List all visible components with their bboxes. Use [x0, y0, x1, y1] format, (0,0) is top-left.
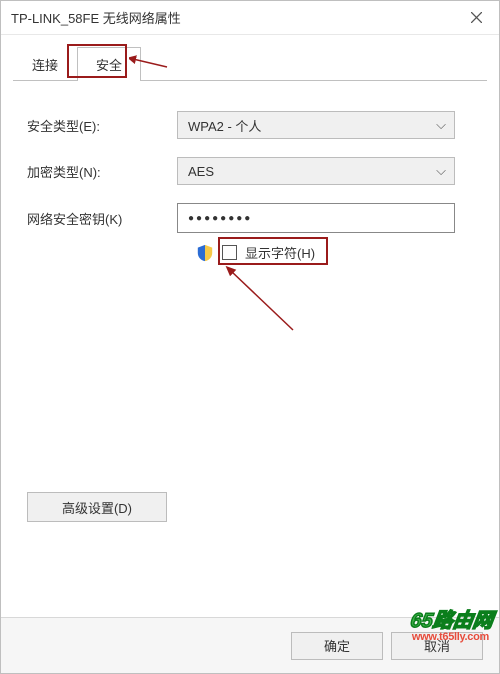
ok-button[interactable]: 确定: [291, 632, 383, 660]
tab-strip: 连接 安全: [1, 35, 499, 81]
network-key-label: 网络安全密钥(K): [27, 209, 177, 228]
show-characters-label: 显示字符(H): [245, 243, 315, 262]
tab-security-label: 安全: [96, 58, 122, 73]
tab-connect-label: 连接: [32, 58, 58, 73]
tab-panel-security: 安全类型(E): WPA2 - 个人 ⌵ 加密类型(N): AES ⌵ 网络安全…: [1, 81, 499, 272]
advanced-settings-button[interactable]: 高级设置(D): [27, 492, 167, 522]
encryption-type-label: 加密类型(N):: [27, 162, 177, 181]
watermark-url: www.t65lly.com: [412, 631, 489, 643]
show-characters-row: 显示字符(H): [196, 243, 473, 262]
watermark-text: 65路由网: [409, 604, 495, 633]
encryption-type-value: AES: [188, 164, 214, 179]
ok-label: 确定: [324, 636, 350, 655]
security-type-value: WPA2 - 个人: [188, 116, 261, 135]
network-key-input[interactable]: ●●●●●●●●: [177, 203, 455, 233]
chevron-down-icon: ⌵: [436, 117, 446, 133]
tab-security[interactable]: 安全: [77, 47, 141, 81]
security-type-label: 安全类型(E):: [27, 116, 177, 135]
shield-icon: [196, 244, 214, 262]
tab-connect[interactable]: 连接: [13, 47, 77, 81]
close-icon: [471, 12, 482, 23]
show-characters-checkbox[interactable]: [222, 245, 237, 260]
security-type-select[interactable]: WPA2 - 个人 ⌵: [177, 111, 455, 139]
title-bar: TP-LINK_58FE 无线网络属性: [1, 1, 499, 35]
close-button[interactable]: [453, 1, 499, 35]
annotation-arrow-icon: [223, 265, 303, 335]
chevron-down-icon: ⌵: [436, 163, 446, 179]
network-key-value: ●●●●●●●●: [188, 213, 252, 224]
advanced-settings-label: 高级设置(D): [62, 498, 132, 517]
encryption-type-select[interactable]: AES ⌵: [177, 157, 455, 185]
window-title: TP-LINK_58FE 无线网络属性: [11, 8, 181, 27]
